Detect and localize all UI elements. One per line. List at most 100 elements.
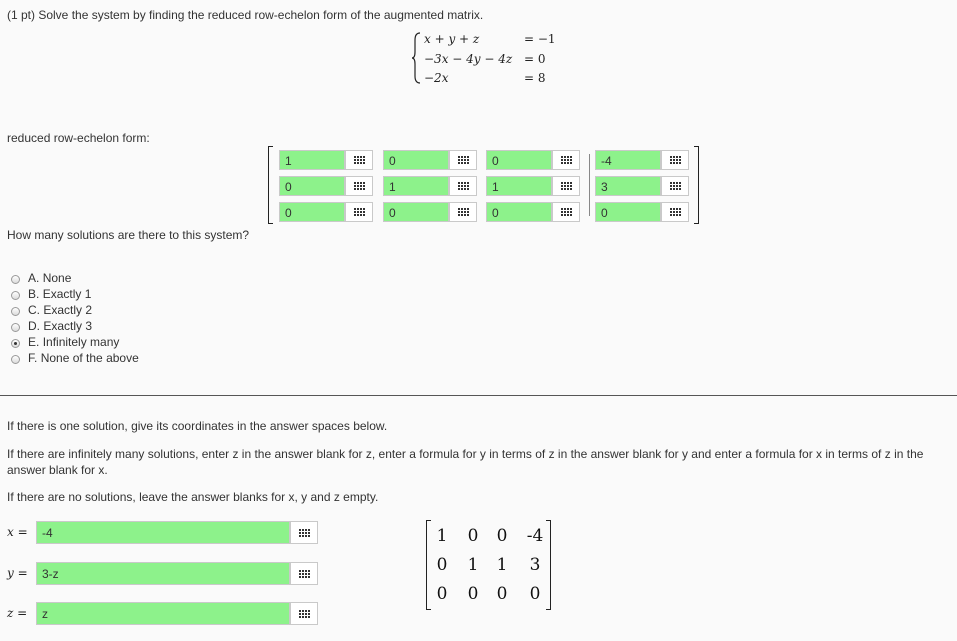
- option-b-label[interactable]: B. Exactly 1: [28, 287, 91, 301]
- equation-1-rhs: = −1: [524, 32, 556, 46]
- rref-cell-r2c1-palette-button[interactable]: [345, 176, 373, 196]
- preview-cell-r2c3: 1: [496, 555, 508, 575]
- rref-cell-r2c2-palette-button[interactable]: [449, 176, 477, 196]
- rref-cell-r2c1[interactable]: 0: [279, 176, 345, 196]
- equation-3-rhs: = 8: [524, 71, 546, 85]
- rref-cell-r1c3-palette-button[interactable]: [552, 150, 580, 170]
- rref-cell-r2c3[interactable]: 1: [486, 176, 552, 196]
- option-c-letter: C.: [28, 303, 40, 317]
- rref-cell-r2c4-palette-button[interactable]: [661, 176, 689, 196]
- rref-cell-r3c2-palette-button[interactable]: [449, 202, 477, 222]
- option-e-label[interactable]: E. Infinitely many: [28, 335, 119, 349]
- preview-left-bracket: [426, 520, 431, 610]
- rref-cell-r3c2[interactable]: 0: [383, 202, 449, 222]
- matrix-right-bracket: [694, 146, 699, 224]
- option-b-radio[interactable]: [11, 291, 20, 300]
- curly-brace-icon: [412, 32, 421, 84]
- grid-icon: [457, 208, 469, 216]
- option-f-label[interactable]: F. None of the above: [28, 351, 139, 365]
- answer-x-input[interactable]: -4: [36, 521, 290, 544]
- option-b-text: Exactly 1: [42, 287, 92, 301]
- option-a-text: None: [42, 271, 72, 285]
- equation-3-lhs: −2x: [424, 71, 449, 85]
- solution-options: A. None B. Exactly 1 C. Exactly 2 D. Exa…: [0, 270, 200, 370]
- rref-cell-r2c2[interactable]: 1: [383, 176, 449, 196]
- preview-cell-r1c3: 0: [496, 526, 508, 546]
- option-d-letter: D.: [28, 319, 40, 333]
- option-d-label[interactable]: D. Exactly 3: [28, 319, 92, 333]
- option-a-label[interactable]: A. None: [28, 271, 71, 285]
- grid-icon: [353, 208, 365, 216]
- answer-y-palette-button[interactable]: [290, 562, 318, 585]
- preview-cell-r1c1: 1: [436, 526, 448, 546]
- rref-cell-r1c4[interactable]: -4: [595, 150, 661, 170]
- grid-icon: [669, 156, 681, 164]
- rref-cell-r1c3[interactable]: 0: [486, 150, 552, 170]
- option-b-letter: B.: [28, 287, 40, 301]
- answer-y-label: y =: [7, 566, 28, 580]
- equation-2-lhs: −3x − 4y − 4z: [424, 52, 513, 66]
- rref-cell-r3c1-palette-button[interactable]: [345, 202, 373, 222]
- augmented-divider: [589, 154, 590, 216]
- preview-cell-r2c4: 3: [529, 555, 541, 575]
- preview-cell-r2c2: 1: [467, 555, 479, 575]
- rref-matrix: 1 0 0 -4 0 1 1 3 0 0 0 0: [268, 146, 704, 226]
- option-c-label[interactable]: C. Exactly 2: [28, 303, 92, 317]
- grid-icon: [457, 156, 469, 164]
- matrix-left-bracket: [268, 146, 273, 224]
- answer-x-label: x =: [7, 525, 28, 539]
- rref-cell-r1c2[interactable]: 0: [383, 150, 449, 170]
- grid-icon: [669, 182, 681, 190]
- instruction-infinite-solutions: If there are infinitely many solutions, …: [7, 447, 924, 477]
- option-c-text: Exactly 2: [43, 303, 93, 317]
- preview-cell-r3c4: 0: [529, 584, 541, 604]
- equation-system: x + y + z = −1 −3x − 4y − 4z = 0 −2x = 8: [412, 30, 572, 86]
- answer-y-input[interactable]: 3-z: [36, 562, 290, 585]
- answer-z-input[interactable]: z: [36, 602, 290, 625]
- equation-1-lhs: x + y + z: [424, 32, 480, 46]
- grid-icon: [560, 182, 572, 190]
- preview-cell-r3c3: 0: [496, 584, 508, 604]
- rref-cell-r1c4-palette-button[interactable]: [661, 150, 689, 170]
- rref-cell-r3c4[interactable]: 0: [595, 202, 661, 222]
- section-divider: [0, 395, 957, 396]
- rref-cell-r1c2-palette-button[interactable]: [449, 150, 477, 170]
- preview-cell-r1c4: -4: [526, 526, 544, 546]
- preview-cell-r2c1: 0: [436, 555, 448, 575]
- answer-z-palette-button[interactable]: [290, 602, 318, 625]
- equation-2-rhs: = 0: [524, 52, 546, 66]
- grid-icon: [457, 182, 469, 190]
- preview-cell-r1c2: 0: [467, 526, 479, 546]
- grid-icon: [560, 156, 572, 164]
- grid-icon: [298, 528, 310, 537]
- problem-header: (1 pt) Solve the system by finding the r…: [7, 8, 484, 22]
- option-e-text: Infinitely many: [42, 335, 120, 349]
- answer-x-palette-button[interactable]: [290, 521, 318, 544]
- option-f-letter: F.: [28, 351, 38, 365]
- rref-cell-r1c1[interactable]: 1: [279, 150, 345, 170]
- rref-cell-r3c4-palette-button[interactable]: [661, 202, 689, 222]
- preview-matrix: 1 0 0 -4 0 1 1 3 0 0 0 0: [426, 520, 556, 612]
- option-e-radio[interactable]: [11, 339, 20, 348]
- grid-icon: [298, 609, 310, 618]
- option-d-radio[interactable]: [11, 323, 20, 332]
- preview-cell-r3c2: 0: [467, 584, 479, 604]
- rref-cell-r3c1[interactable]: 0: [279, 202, 345, 222]
- rref-cell-r3c3-palette-button[interactable]: [552, 202, 580, 222]
- instruction-one-solution: If there is one solution, give its coord…: [7, 419, 388, 433]
- option-c-radio[interactable]: [11, 307, 20, 316]
- option-f-radio[interactable]: [11, 355, 20, 364]
- grid-icon: [298, 569, 310, 578]
- rref-cell-r1c1-palette-button[interactable]: [345, 150, 373, 170]
- option-a-radio[interactable]: [11, 275, 20, 284]
- grid-icon: [669, 208, 681, 216]
- rref-cell-r2c3-palette-button[interactable]: [552, 176, 580, 196]
- grid-icon: [560, 208, 572, 216]
- question-text: How many solutions are there to this sys…: [7, 228, 250, 242]
- option-f-text: None of the above: [40, 351, 139, 365]
- option-d-text: Exactly 3: [43, 319, 93, 333]
- preview-right-bracket: [546, 520, 551, 610]
- rref-cell-r2c4[interactable]: 3: [595, 176, 661, 196]
- rref-cell-r3c3[interactable]: 0: [486, 202, 552, 222]
- option-e-letter: E.: [28, 335, 40, 349]
